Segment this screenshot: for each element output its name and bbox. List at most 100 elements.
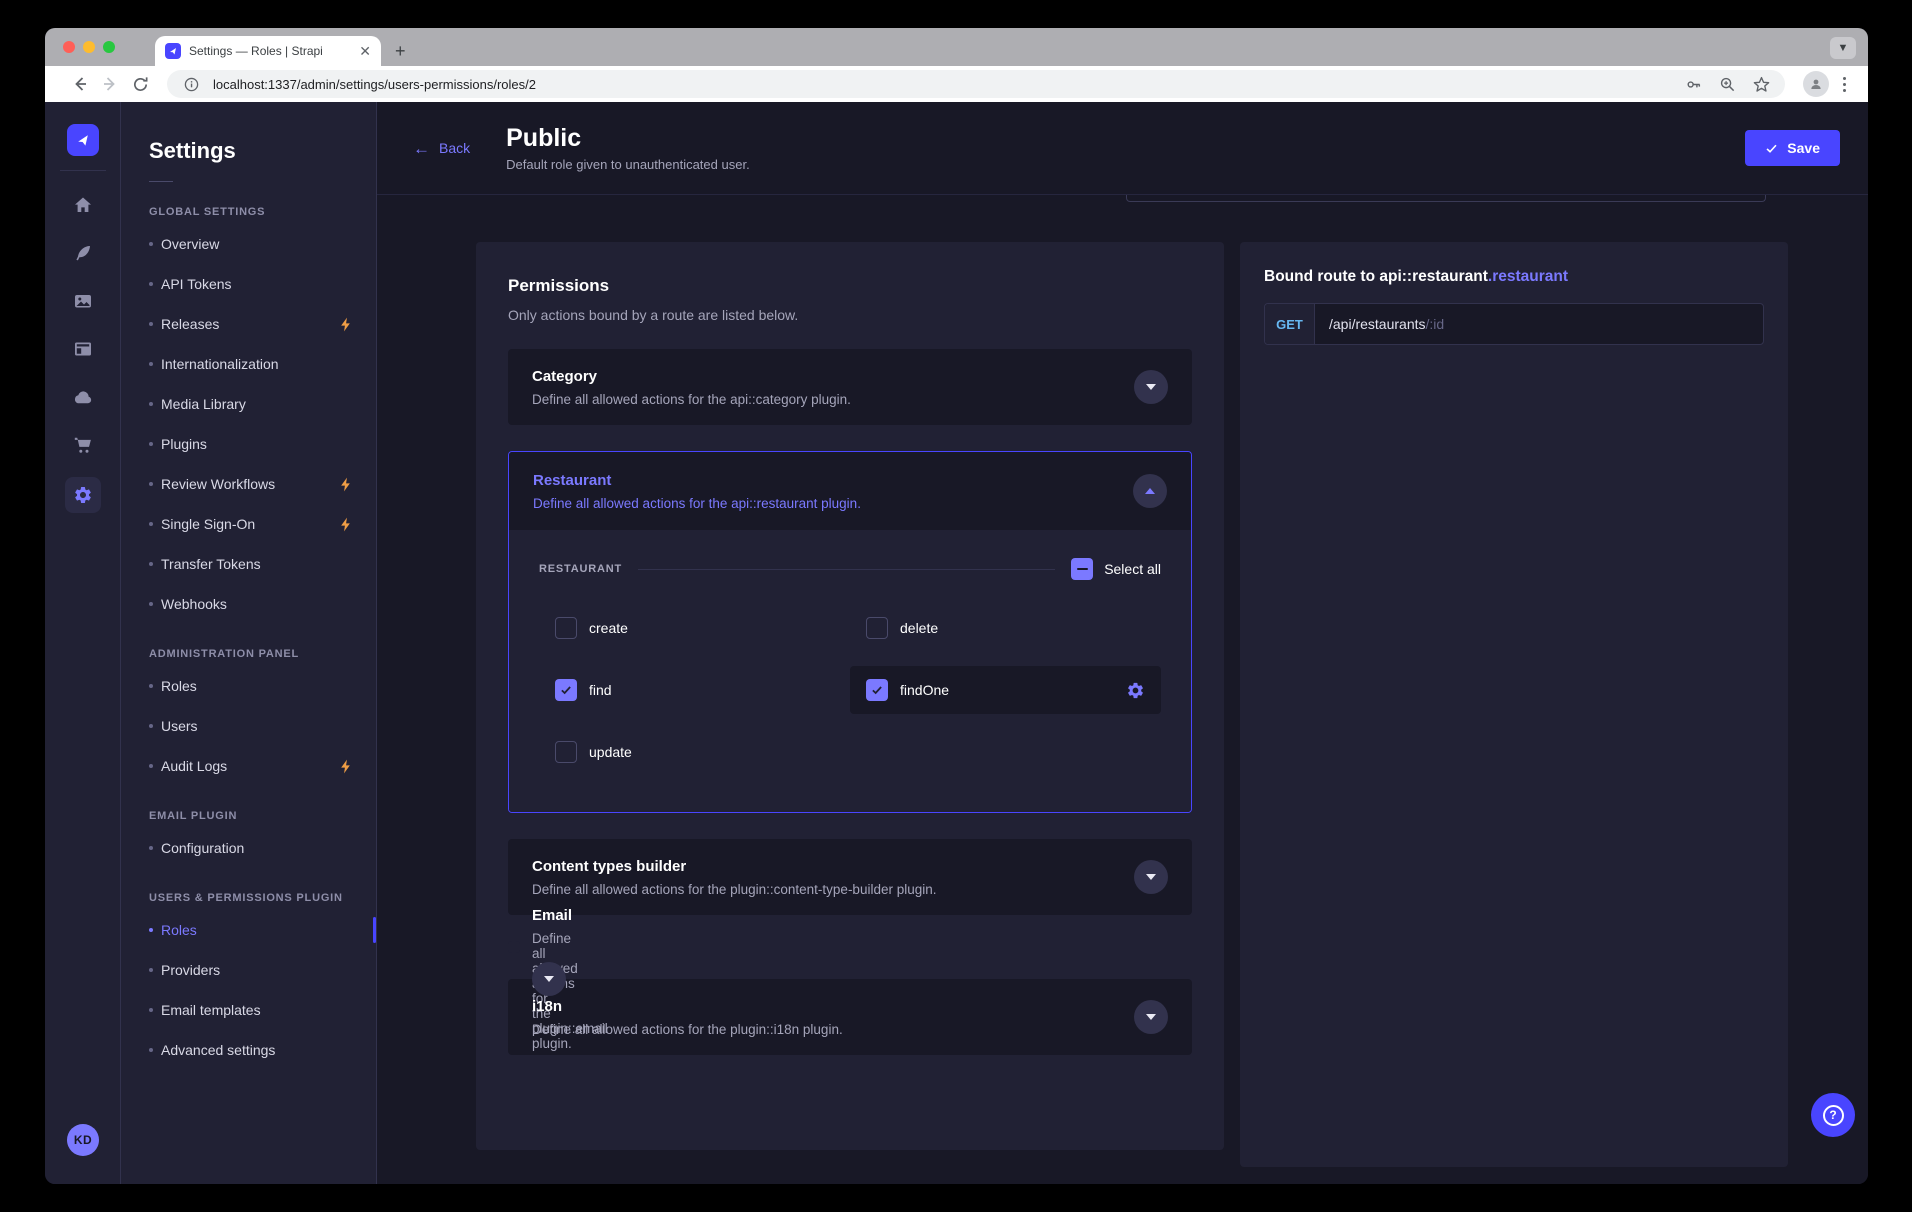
browser-tab[interactable]: Settings — Roles | Strapi ✕ xyxy=(155,36,381,66)
sidebar-item-audit-logs[interactable]: Audit Logs xyxy=(121,746,376,786)
expand-chevron-down-icon[interactable] xyxy=(1134,1000,1168,1034)
back-button[interactable]: ← Back xyxy=(413,140,470,157)
sidebar-item-plugins[interactable]: Plugins xyxy=(121,424,376,464)
select-all-checkbox[interactable]: Select all xyxy=(1071,558,1161,580)
sidebar-item-email-templates[interactable]: Email templates xyxy=(121,990,376,1030)
sidebar-item-advanced-settings[interactable]: Advanced settings xyxy=(121,1030,376,1070)
sidebar-item-internationalization[interactable]: Internationalization xyxy=(121,344,376,384)
flash-badge-icon xyxy=(339,317,352,332)
sidebar-item-transfer-tokens[interactable]: Transfer Tokens xyxy=(121,544,376,584)
tab-list-chevron-icon[interactable]: ▼ xyxy=(1830,37,1856,59)
checkbox-checked-icon[interactable] xyxy=(866,679,888,701)
section-heading-users-permissions: USERS & PERMISSIONS PLUGIN xyxy=(149,892,348,904)
save-button[interactable]: Save xyxy=(1745,130,1840,166)
profile-icon[interactable] xyxy=(1803,71,1829,97)
sidebar-item-overview[interactable]: Overview xyxy=(121,224,376,264)
sidebar-item-review-workflows[interactable]: Review Workflows xyxy=(121,464,376,504)
accordion-restaurant-header[interactable]: Restaurant Define all allowed actions fo… xyxy=(509,452,1191,530)
permission-find[interactable]: find xyxy=(539,666,850,714)
permission-update[interactable]: update xyxy=(539,728,850,776)
content-manager-icon[interactable] xyxy=(61,231,105,275)
strapi-logo[interactable] xyxy=(67,124,99,156)
user-avatar[interactable]: KD xyxy=(67,1124,99,1156)
expand-chevron-down-icon[interactable] xyxy=(1134,860,1168,894)
help-button[interactable]: ? xyxy=(1811,1093,1855,1137)
traffic-lights xyxy=(63,41,115,53)
sidebar-item-up-roles[interactable]: Roles xyxy=(121,910,376,950)
zoom-window-button[interactable] xyxy=(103,41,115,53)
indeterminate-checkbox-icon[interactable] xyxy=(1071,558,1093,580)
sidebar-item-email-configuration[interactable]: Configuration xyxy=(121,828,376,868)
deploy-cloud-icon[interactable] xyxy=(61,375,105,419)
checkbox-unchecked-icon[interactable] xyxy=(866,617,888,639)
main-area: ← Back Public Default role given to unau… xyxy=(377,102,1868,1184)
accordion-content-types-builder[interactable]: Content types builder Define all allowed… xyxy=(508,839,1192,915)
settings-gear-icon[interactable] xyxy=(65,477,101,513)
sidebar-item-media-library[interactable]: Media Library xyxy=(121,384,376,424)
scrolled-input-bottom xyxy=(1126,195,1766,202)
permission-delete[interactable]: delete xyxy=(850,604,1161,652)
star-icon[interactable] xyxy=(1749,72,1773,96)
restaurant-permissions-body: RESTAURANT Select all xyxy=(509,530,1191,812)
bound-route-title: Bound route to api::restaurant.restauran… xyxy=(1264,268,1764,286)
collapse-chevron-up-icon[interactable] xyxy=(1133,474,1167,508)
menu-dots-icon[interactable] xyxy=(1835,77,1854,92)
back-icon[interactable] xyxy=(65,69,95,99)
zoom-in-icon[interactable] xyxy=(1715,72,1739,96)
checkbox-checked-icon[interactable] xyxy=(555,679,577,701)
strapi-admin: KD Settings GLOBAL SETTINGS Overview API… xyxy=(45,102,1868,1184)
new-tab-button[interactable]: + xyxy=(395,36,406,66)
content-type-builder-icon[interactable] xyxy=(61,327,105,371)
expand-chevron-down-icon[interactable] xyxy=(532,962,566,996)
minimize-window-button[interactable] xyxy=(83,41,95,53)
rail-divider xyxy=(60,170,106,171)
permissions-panel: Permissions Only actions bound by a rout… xyxy=(476,242,1224,1150)
sidebar-item-single-sign-on[interactable]: Single Sign-On xyxy=(121,504,376,544)
tab-close-icon[interactable]: ✕ xyxy=(359,44,371,58)
sidebar-item-admin-users[interactable]: Users xyxy=(121,706,376,746)
section-heading-admin-panel: ADMINISTRATION PANEL xyxy=(149,648,348,660)
url-text[interactable]: localhost:1337/admin/settings/users-perm… xyxy=(213,77,1671,92)
permissions-title: Permissions xyxy=(508,276,1192,296)
accordion-category[interactable]: Category Define all allowed actions for … xyxy=(508,349,1192,425)
checkbox-unchecked-icon[interactable] xyxy=(555,741,577,763)
accordion-email[interactable]: Email Define all allowed actions for the… xyxy=(508,941,520,953)
checkbox-unchecked-icon[interactable] xyxy=(555,617,577,639)
sidebar-title: Settings xyxy=(149,138,376,164)
permission-findone[interactable]: findOne xyxy=(850,666,1161,714)
reload-icon[interactable] xyxy=(125,69,155,99)
forward-icon[interactable] xyxy=(95,69,125,99)
bound-route-panel: Bound route to api::restaurant.restauran… xyxy=(1240,242,1788,1167)
sidebar-item-providers[interactable]: Providers xyxy=(121,950,376,990)
sidebar-item-api-tokens[interactable]: API Tokens xyxy=(121,264,376,304)
browser-toolbar: localhost:1337/admin/settings/users-perm… xyxy=(45,66,1868,102)
flash-badge-icon xyxy=(339,759,352,774)
permission-settings-gear-icon[interactable] xyxy=(1126,681,1145,700)
accordion-i18n[interactable]: i18n Define all allowed actions for the … xyxy=(508,979,1192,1055)
home-icon[interactable] xyxy=(61,183,105,227)
tab-strip: Settings — Roles | Strapi ✕ + ▼ xyxy=(45,28,1868,66)
permission-create[interactable]: create xyxy=(539,604,850,652)
route-path[interactable]: /api/restaurants/:id xyxy=(1315,304,1458,344)
route-field[interactable]: GET /api/restaurants/:id xyxy=(1264,303,1764,345)
sidebar-item-webhooks[interactable]: Webhooks xyxy=(121,584,376,624)
sidebar-item-releases[interactable]: Releases xyxy=(121,304,376,344)
flash-badge-icon xyxy=(339,517,352,532)
sidebar-divider xyxy=(149,181,173,182)
http-method-badge: GET xyxy=(1265,304,1315,344)
browser-window: Settings — Roles | Strapi ✕ + ▼ localhos… xyxy=(45,28,1868,1184)
question-mark-icon: ? xyxy=(1823,1105,1844,1126)
section-heading-email-plugin: EMAIL PLUGIN xyxy=(149,810,348,822)
address-bar[interactable]: localhost:1337/admin/settings/users-perm… xyxy=(167,70,1785,98)
strapi-favicon-icon xyxy=(165,43,181,59)
expand-chevron-down-icon[interactable] xyxy=(1134,370,1168,404)
marketplace-cart-icon[interactable] xyxy=(61,423,105,467)
media-library-icon[interactable] xyxy=(61,279,105,323)
settings-sidebar: Settings GLOBAL SETTINGS Overview API To… xyxy=(121,102,377,1184)
close-window-button[interactable] xyxy=(63,41,75,53)
active-indicator xyxy=(373,917,376,943)
sidebar-item-admin-roles[interactable]: Roles xyxy=(121,666,376,706)
accordion-restaurant: Restaurant Define all allowed actions fo… xyxy=(508,451,1192,813)
key-icon[interactable] xyxy=(1681,72,1705,96)
info-icon[interactable] xyxy=(179,72,203,96)
